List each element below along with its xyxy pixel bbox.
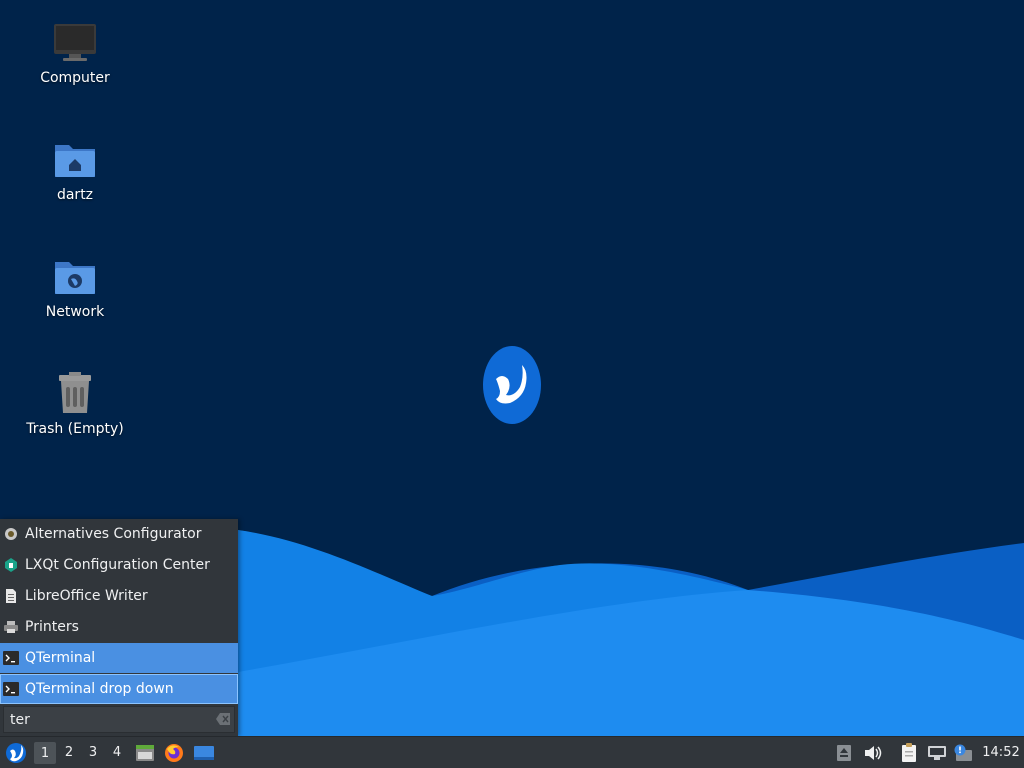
- clock[interactable]: 14:52: [980, 737, 1022, 768]
- show-desktop-button[interactable]: [191, 737, 217, 768]
- menu-item-alternatives-configurator[interactable]: Alternatives Configurator: [0, 519, 238, 549]
- home-folder-icon: [55, 145, 95, 177]
- file-manager-icon: [136, 744, 154, 761]
- volume-icon: [865, 745, 882, 760]
- tray-updates[interactable]: [834, 737, 854, 768]
- lubuntu-logo: [483, 346, 541, 424]
- menu-search-box: [3, 706, 235, 733]
- terminal-icon: [3, 681, 19, 697]
- taskbar: 1 2 3 4 14:52: [0, 736, 1024, 768]
- terminal-icon: [3, 650, 19, 666]
- alternatives-icon: [3, 526, 19, 542]
- desktop-icon-label: dartz: [56, 187, 94, 203]
- tray-volume[interactable]: [862, 737, 884, 768]
- show-desktop-icon: [194, 745, 214, 760]
- desktop-switch-2[interactable]: 2: [58, 737, 80, 768]
- menu-item-libreoffice-writer[interactable]: LibreOffice Writer: [0, 581, 238, 611]
- menu-item-qterminal-drop-down[interactable]: QTerminal drop down: [0, 674, 238, 704]
- updates-icon: [837, 744, 851, 761]
- tray-notification[interactable]: [952, 737, 974, 768]
- menu-item-label: Printers: [25, 619, 79, 635]
- desktop-icon-network[interactable]: Network: [10, 254, 140, 320]
- main-menu-button[interactable]: [3, 737, 29, 768]
- desktop-switch-3[interactable]: 3: [82, 737, 104, 768]
- clock-time: 14:52: [982, 745, 1020, 760]
- file-manager-launcher[interactable]: [133, 737, 157, 768]
- tray-network[interactable]: [926, 737, 948, 768]
- menu-search-input[interactable]: [4, 707, 215, 732]
- desktop-switch-4[interactable]: 4: [106, 737, 128, 768]
- desktop-icon-dartz[interactable]: dartz: [10, 137, 140, 203]
- menu-item-printers[interactable]: Printers: [0, 612, 238, 642]
- tray-clipboard[interactable]: [898, 737, 920, 768]
- firefox-launcher[interactable]: [162, 737, 186, 768]
- trash-icon: [59, 372, 91, 413]
- computer-icon: [54, 24, 96, 61]
- menu-item-qterminal[interactable]: QTerminal: [0, 643, 238, 673]
- menu-item-label: QTerminal drop down: [25, 681, 174, 697]
- firefox-icon: [165, 743, 183, 762]
- menu-item-label: QTerminal: [25, 650, 96, 666]
- menu-item-lxqt-configuration-center[interactable]: LXQt Configuration Center: [0, 550, 238, 580]
- network-icon: [928, 745, 946, 760]
- desktop-icon-label: Trash (Empty): [26, 421, 124, 437]
- menu-item-label: Alternatives Configurator: [25, 526, 202, 542]
- clipboard-icon: [902, 742, 916, 762]
- notification-icon: [954, 744, 972, 761]
- desktop-number: 2: [64, 745, 74, 760]
- printer-icon: [3, 619, 19, 635]
- lxqt-config-icon: [3, 557, 19, 573]
- application-menu: Alternatives Configurator LXQt Configura…: [0, 519, 238, 736]
- desktop-icon-trash[interactable]: Trash (Empty): [10, 371, 140, 437]
- desktop-number: 3: [88, 745, 98, 760]
- menu-item-label: LibreOffice Writer: [25, 588, 148, 604]
- desktop-icon-label: Computer: [40, 70, 110, 86]
- network-folder-icon: [55, 262, 95, 294]
- desktop-number: 4: [112, 745, 122, 760]
- desktop-icon-computer[interactable]: Computer: [10, 20, 140, 86]
- lubuntu-menu-icon: [6, 742, 26, 763]
- clear-search-icon[interactable]: [216, 713, 230, 725]
- desktop-icon-label: Network: [45, 304, 105, 320]
- desktop-switch-1[interactable]: 1: [34, 742, 56, 764]
- menu-item-label: LXQt Configuration Center: [25, 557, 210, 573]
- document-icon: [3, 588, 19, 604]
- desktop-number: 1: [40, 745, 50, 761]
